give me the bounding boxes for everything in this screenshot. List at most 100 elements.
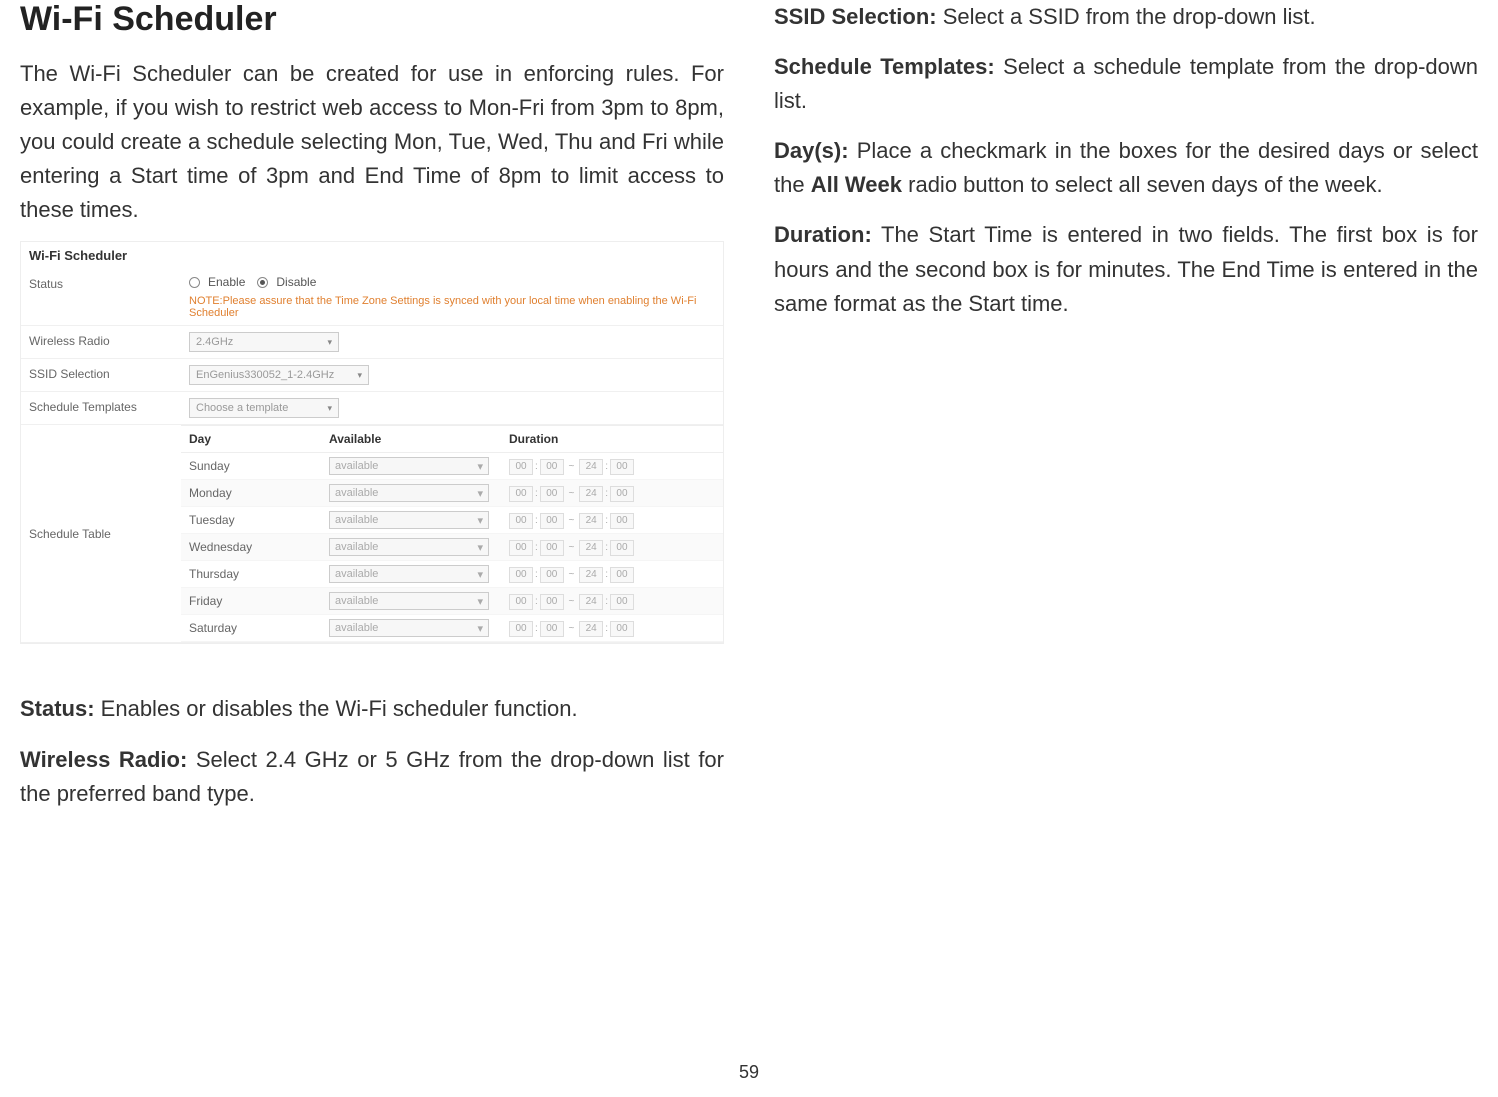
end-hour-input[interactable]: 24 (579, 486, 603, 502)
end-min-input[interactable]: 00 (610, 567, 634, 583)
cell-day: Saturday (189, 621, 329, 635)
panel-label-wireless-radio: Wireless Radio (29, 332, 189, 348)
col-header-available: Available (329, 432, 509, 446)
end-min-input[interactable]: 00 (610, 459, 634, 475)
page-title: Wi-Fi Scheduler (20, 0, 724, 39)
available-select[interactable]: available▾ (329, 565, 489, 583)
time-separator: ~ (566, 461, 577, 472)
available-value: available (335, 514, 378, 526)
time-separator: : (535, 623, 538, 634)
time-separator: : (535, 596, 538, 607)
end-min-input[interactable]: 00 (610, 486, 634, 502)
status-note: NOTE:Please assure that the Time Zone Se… (189, 295, 715, 319)
time-separator: : (535, 515, 538, 526)
start-hour-input[interactable]: 00 (509, 486, 533, 502)
def-templates: Schedule Templates: Select a schedule te… (774, 50, 1478, 118)
available-select[interactable]: available ▾ (329, 457, 489, 475)
time-separator: ~ (566, 542, 577, 553)
wireless-radio-select[interactable]: 2.4GHz ▾ (189, 332, 339, 352)
def-wr-term: Wireless Radio: (20, 747, 187, 772)
chevron-down-icon: ▾ (477, 622, 483, 635)
end-min-input[interactable]: 00 (610, 621, 634, 637)
start-min-input[interactable]: 00 (540, 459, 564, 475)
end-hour-input[interactable]: 24 (579, 540, 603, 556)
cell-day: Wednesday (189, 540, 329, 554)
chevron-down-icon: ▾ (477, 514, 483, 527)
start-min-input[interactable]: 00 (540, 540, 564, 556)
end-hour-input[interactable]: 24 (579, 594, 603, 610)
available-value: available (335, 595, 378, 607)
start-min-input[interactable]: 00 (540, 486, 564, 502)
time-separator: : (605, 623, 608, 634)
available-select[interactable]: available ▾ (329, 619, 489, 637)
available-select[interactable]: available ▾ (329, 484, 489, 502)
panel-label-ssid: SSID Selection (29, 365, 189, 381)
ssid-value: EnGenius330052_1-2.4GHz (196, 369, 334, 381)
available-select[interactable]: available▾ (329, 538, 489, 556)
chevron-down-icon: ▾ (327, 337, 332, 348)
ssid-select[interactable]: EnGenius330052_1-2.4GHz ▾ (189, 365, 369, 385)
start-hour-input[interactable]: 00 (509, 513, 533, 529)
start-hour-input[interactable]: 00 (509, 621, 533, 637)
template-select[interactable]: Choose a template ▾ (189, 398, 339, 418)
cell-duration: 00:00 ~ 24:00 (509, 485, 715, 502)
table-row: Tuesdayavailable▾00:00 ~ 24:00 (181, 507, 723, 534)
available-value: available (335, 487, 378, 499)
start-hour-input[interactable]: 00 (509, 567, 533, 583)
radio-disable[interactable] (257, 277, 268, 288)
start-min-input[interactable]: 00 (540, 567, 564, 583)
end-min-input[interactable]: 00 (610, 540, 634, 556)
end-min-input[interactable]: 00 (610, 513, 634, 529)
table-row: Saturday available ▾ 00:00 ~ 24:00 (181, 615, 723, 642)
start-min-input[interactable]: 00 (540, 513, 564, 529)
col-header-duration: Duration (509, 432, 715, 446)
def-ssid-text: Select a SSID from the drop-down list. (937, 4, 1316, 29)
radio-enable-label: Enable (208, 275, 245, 289)
end-hour-input[interactable]: 24 (579, 621, 603, 637)
end-hour-input[interactable]: 24 (579, 459, 603, 475)
cell-duration: 00:00 ~ 24:00 (509, 512, 715, 529)
panel-row-wireless-radio: Wireless Radio 2.4GHz ▾ (21, 326, 723, 359)
time-separator: ~ (566, 596, 577, 607)
radio-enable[interactable] (189, 277, 200, 288)
def-ssid-term: SSID Selection: (774, 4, 937, 29)
cell-duration: 00:00 ~ 24:00 (509, 620, 715, 637)
cell-duration: 00:00 ~ 24:00 (509, 593, 715, 610)
time-separator: : (605, 488, 608, 499)
end-hour-input[interactable]: 24 (579, 567, 603, 583)
chevron-down-icon: ▾ (477, 460, 483, 473)
start-hour-input[interactable]: 00 (509, 594, 533, 610)
intro-text: The Wi-Fi Scheduler can be created for u… (20, 57, 724, 227)
chevron-down-icon: ▾ (357, 370, 362, 381)
start-hour-input[interactable]: 00 (509, 540, 533, 556)
available-value: available (335, 460, 378, 472)
cell-day: Tuesday (189, 513, 329, 527)
col-header-day: Day (189, 432, 329, 446)
end-hour-input[interactable]: 24 (579, 513, 603, 529)
def-wireless-radio: Wireless Radio: Select 2.4 GHz or 5 GHz … (20, 743, 724, 811)
table-row: Wednesdayavailable▾ 00:00 ~ 24:00 (181, 534, 723, 561)
start-min-input[interactable]: 00 (540, 594, 564, 610)
available-select[interactable]: available ▾ (329, 511, 489, 529)
def-days: Day(s): Place a checkmark in the boxes f… (774, 134, 1478, 202)
cell-day: Friday (189, 594, 329, 608)
chevron-down-icon: ▾ (477, 487, 483, 500)
end-min-input[interactable]: 00 (610, 594, 634, 610)
def-ssid: SSID Selection: Select a SSID from the d… (774, 0, 1478, 34)
start-min-input[interactable]: 00 (540, 621, 564, 637)
start-hour-input[interactable]: 00 (509, 459, 533, 475)
wireless-radio-value: 2.4GHz (196, 336, 233, 348)
available-select[interactable]: available▾ (329, 592, 489, 610)
table-row: Mondayavailable▾00:00 ~ 24:00 (181, 480, 723, 507)
available-value: available (335, 622, 378, 634)
time-separator: ~ (566, 515, 577, 526)
cell-duration: 00:00 ~ 24:00 (509, 566, 715, 583)
cell-duration: 00:00 ~ 24:00 (509, 539, 715, 556)
panel-row-ssid: SSID Selection EnGenius330052_1-2.4GHz ▾ (21, 359, 723, 392)
note-label: NOTE: (189, 295, 223, 307)
time-separator: : (605, 461, 608, 472)
panel-row-schedule-table: Schedule Table Day Available Duration Su… (21, 425, 723, 643)
panel-row-templates: Schedule Templates Choose a template ▾ (21, 392, 723, 425)
time-separator: : (605, 515, 608, 526)
available-value: available (335, 568, 378, 580)
